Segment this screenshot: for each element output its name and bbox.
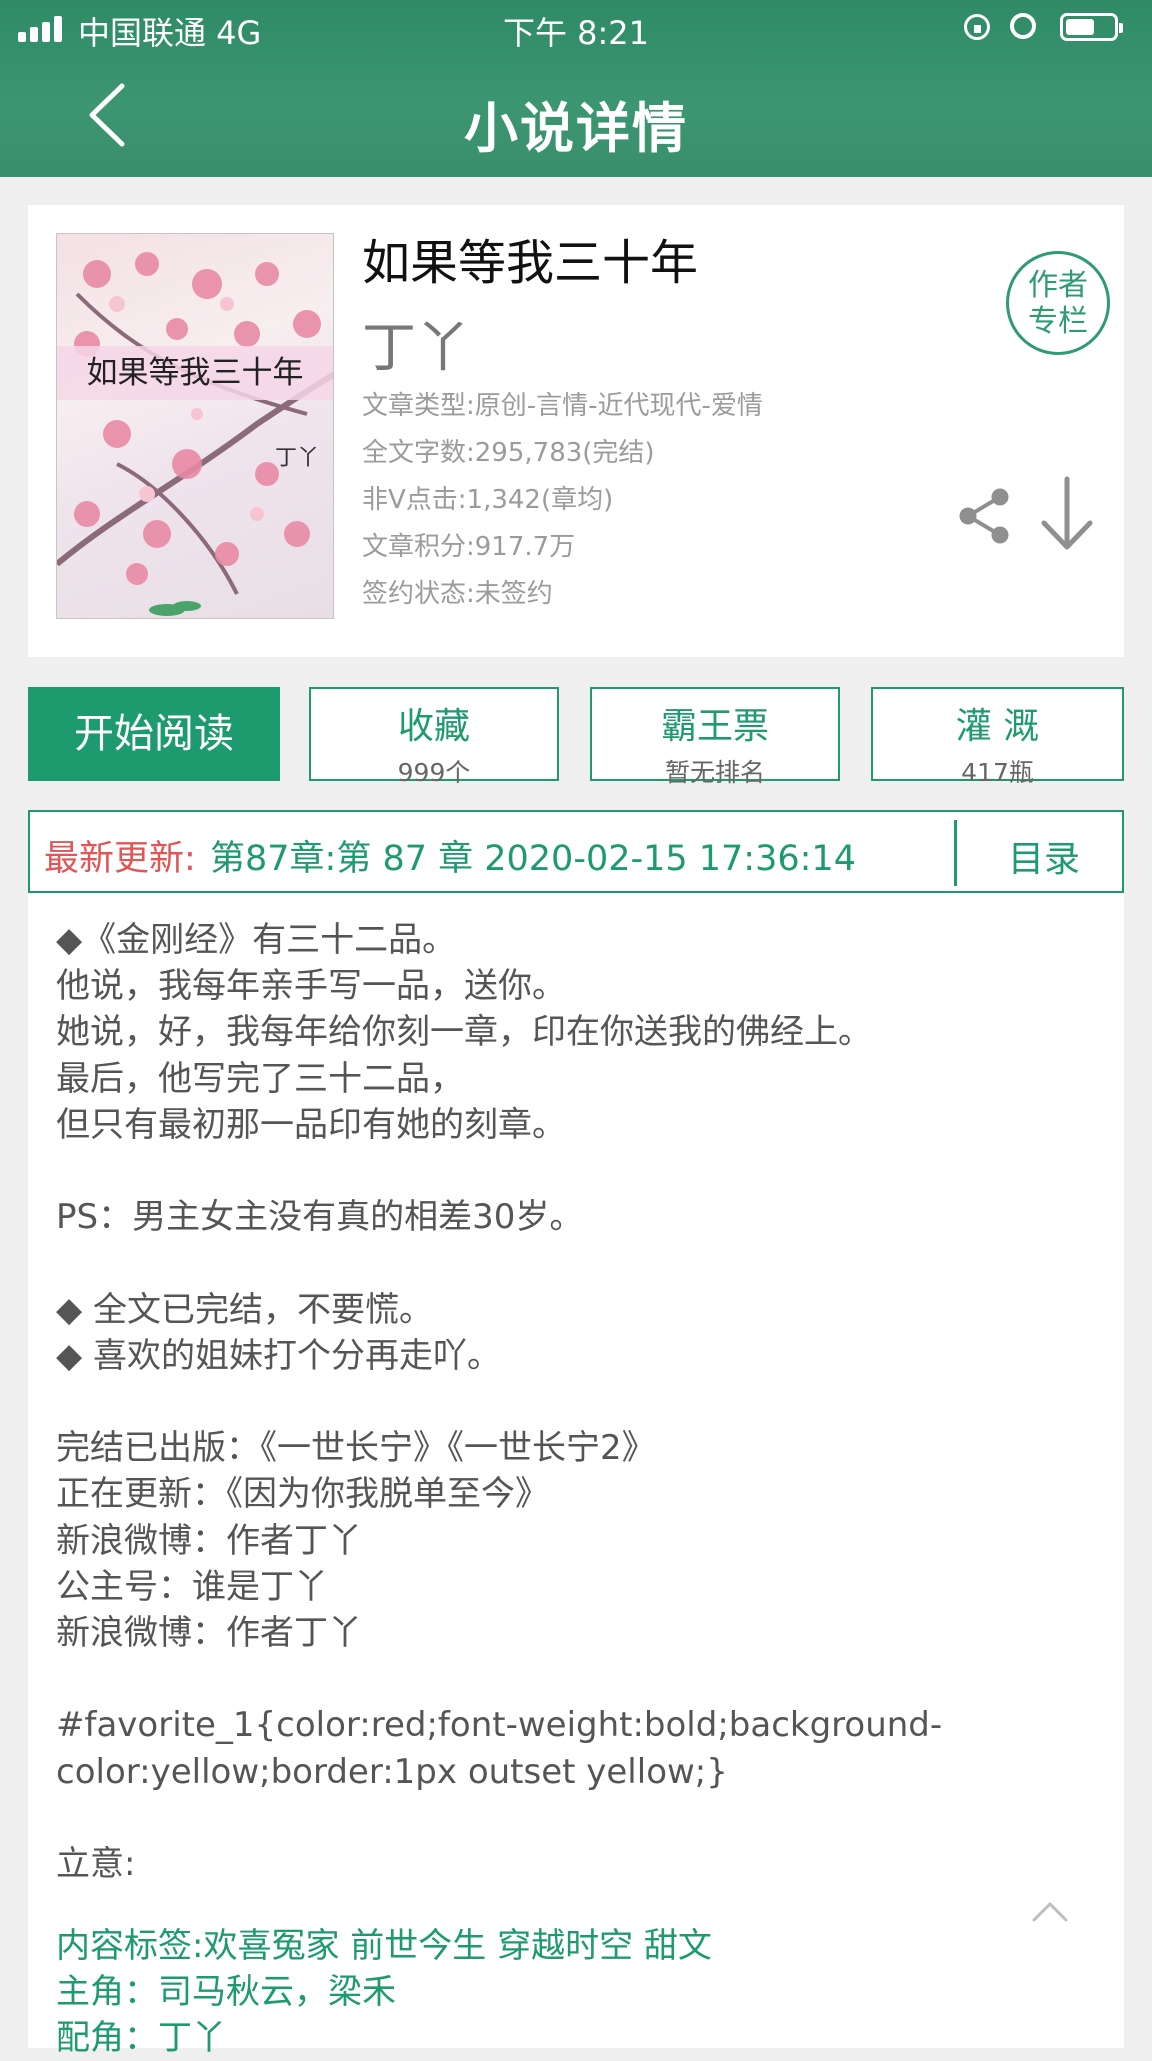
nutrient-button[interactable]: 灌 溉 417瓶 <box>871 687 1124 787</box>
download-button[interactable] <box>1038 475 1096 553</box>
battery-icon <box>1060 13 1123 41</box>
divider <box>954 820 957 886</box>
book-cover[interactable]: 如果等我三十年 丁丫 <box>56 233 334 619</box>
content-tags[interactable]: 内容标签:欢喜冤家 前世今生 穿越时空 甜文 <box>56 1923 712 1969</box>
chevron-up-icon <box>1032 1902 1068 1922</box>
status-bar: 中国联通 4G 下午 8:21 <box>0 0 1152 56</box>
description-panel: ◆《金刚经》有三十二品。 他说，我每年亲手写一品，送你。 她说，好，我每年给你刻… <box>28 893 1124 2058</box>
latest-chapter-link[interactable]: 第87章:第 87 章 2020-02-15 17:36:14 <box>210 830 856 881</box>
cover-title: 如果等我三十年 <box>57 346 333 400</box>
top-bar: 中国联通 4G 下午 8:21 小说详情 <box>0 0 1152 177</box>
vote-rank: 暂无排名 <box>664 758 765 787</box>
table-of-contents-button[interactable]: 目录 <box>1008 830 1080 882</box>
latest-update-bar: 最新更新: 第87章:第 87 章 2020-02-15 17:36:14 目录 <box>28 810 1124 893</box>
watermark: 知乎 @窝窝推文 <box>876 1984 1125 2024</box>
vote-label: 霸王票 <box>660 706 769 747</box>
nutrient-count: 417瓶 <box>961 758 1034 787</box>
tags-block: 内容标签:欢喜冤家 前世今生 穿越时空 甜文 主角：司马秋云，梁禾 配角：丁丫 <box>56 1923 712 2061</box>
protagonists: 主角：司马秋云，梁禾 <box>56 1972 396 2012</box>
author-column-button[interactable]: 作者 专栏 <box>1006 251 1110 355</box>
book-title: 如果等我三十年 <box>362 235 699 291</box>
action-bar: 开始阅读 收藏 999个 霸王票 暂无排名 灌 溉 417瓶 <box>28 687 1124 787</box>
book-meta: 文章类型:原创-言情-近代现代-爱情 全文字数:295,783(完结) 非Ⅴ点击… <box>362 383 763 618</box>
book-info-card: 如果等我三十年 丁丫 如果等我三十年 丁丫 文章类型:原创-言情-近代现代-爱情… <box>28 205 1124 657</box>
favorite-label: 收藏 <box>397 706 470 747</box>
supporting-roles: 配角：丁丫 <box>56 2018 226 2058</box>
meta-word-count: 全文字数:295,783(完结) <box>362 438 655 468</box>
nutrient-label: 灌 溉 <box>955 706 1040 747</box>
scroll-top-button[interactable] <box>1030 1896 1070 1926</box>
download-icon <box>1041 476 1093 550</box>
share-icon <box>959 488 1009 544</box>
favorite-count: 999个 <box>397 758 471 787</box>
share-button[interactable] <box>956 487 1014 545</box>
page-title: 小说详情 <box>464 97 688 160</box>
book-author[interactable]: 丁丫 <box>362 303 470 382</box>
meta-clicks: 非Ⅴ点击:1,342(章均) <box>362 485 614 515</box>
vote-button[interactable]: 霸王票 暂无排名 <box>590 687 840 787</box>
author-column-label: 作者 专栏 <box>1028 268 1088 339</box>
start-reading-button[interactable]: 开始阅读 <box>28 687 280 781</box>
status-icons <box>964 10 1134 46</box>
latest-update-label: 最新更新: <box>44 839 196 879</box>
favorite-button[interactable]: 收藏 999个 <box>309 687 559 787</box>
rotation-lock-icon <box>964 14 990 40</box>
meta-score: 文章积分:917.7万 <box>362 532 576 562</box>
alarm-icon <box>1010 13 1036 39</box>
cover-author: 丁丫 <box>274 446 319 471</box>
cover-illustration <box>57 252 333 616</box>
meta-genre: 文章类型:原创-言情-近代现代-爱情 <box>362 391 763 421</box>
description-text: ◆《金刚经》有三十二品。 他说，我每年亲手写一品，送你。 她说，好，我每年给你刻… <box>56 920 943 1885</box>
meta-contract: 签约状态:未签约 <box>362 579 553 609</box>
